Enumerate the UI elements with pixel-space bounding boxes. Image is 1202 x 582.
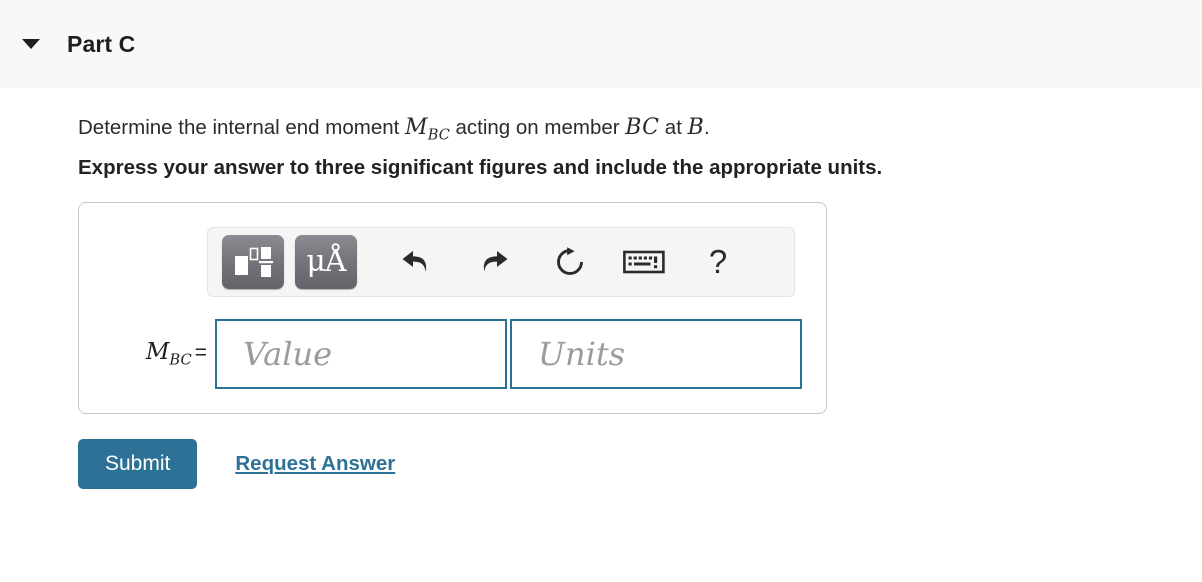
moment-variable-base: M: [405, 115, 428, 140]
answer-label-subscript: BC: [169, 351, 192, 369]
moment-variable-subscript: BC: [427, 127, 450, 144]
undo-arrow-icon: [402, 250, 427, 272]
prompt-text-mid: acting on member: [449, 116, 626, 139]
submit-button[interactable]: Submit: [78, 438, 198, 489]
keyboard-icon: [623, 250, 665, 274]
prompt-text-mid2: at: [659, 116, 688, 139]
question-mark-icon: ?: [708, 243, 728, 281]
equals-sign: =: [194, 341, 207, 365]
answer-entry-row: MBC = Value Units: [79, 318, 826, 389]
member-variable-bc: BC: [625, 115, 660, 140]
undo-button[interactable]: [391, 237, 443, 287]
prompt-text-end: .: [703, 116, 710, 139]
reset-circular-arrow-icon: [557, 247, 583, 275]
reset-button[interactable]: [544, 237, 596, 287]
units-input[interactable]: Units: [510, 318, 802, 389]
units-button[interactable]: μÅ: [295, 234, 357, 289]
math-toolbar: μÅ ?: [207, 226, 795, 297]
point-variable-b: B: [687, 115, 704, 140]
answer-label: MBC =: [103, 339, 215, 369]
question-body: Determine the internal end moment MBC ac…: [0, 88, 1202, 489]
math-template-button[interactable]: [222, 234, 284, 289]
prompt-text-pre: Determine the internal end moment: [78, 116, 406, 139]
triangle-down-icon[interactable]: [22, 39, 40, 49]
help-button[interactable]: ?: [692, 237, 744, 287]
math-template-icon: [235, 246, 273, 277]
value-input[interactable]: Value: [215, 318, 507, 389]
answer-label-base: M: [145, 339, 170, 366]
units-placeholder: Units: [538, 334, 626, 373]
answer-instruction: Express your answer to three significant…: [78, 156, 883, 180]
request-answer-link[interactable]: Request Answer: [235, 452, 395, 476]
value-placeholder: Value: [243, 334, 333, 373]
page-title: Part C: [67, 30, 136, 57]
action-row: Submit Request Answer: [78, 438, 1202, 489]
question-prompt: Determine the internal end moment MBC ac…: [78, 114, 1202, 145]
redo-button[interactable]: [467, 237, 519, 287]
keyboard-button[interactable]: [618, 237, 670, 287]
moment-variable-mbc: MBC: [405, 115, 450, 144]
part-header: Part C: [0, 0, 1202, 88]
micro-angstrom-icon: μÅ: [306, 243, 346, 279]
answer-input-box: μÅ ? MBC = Value Units: [78, 201, 827, 414]
redo-arrow-icon: [483, 250, 508, 272]
